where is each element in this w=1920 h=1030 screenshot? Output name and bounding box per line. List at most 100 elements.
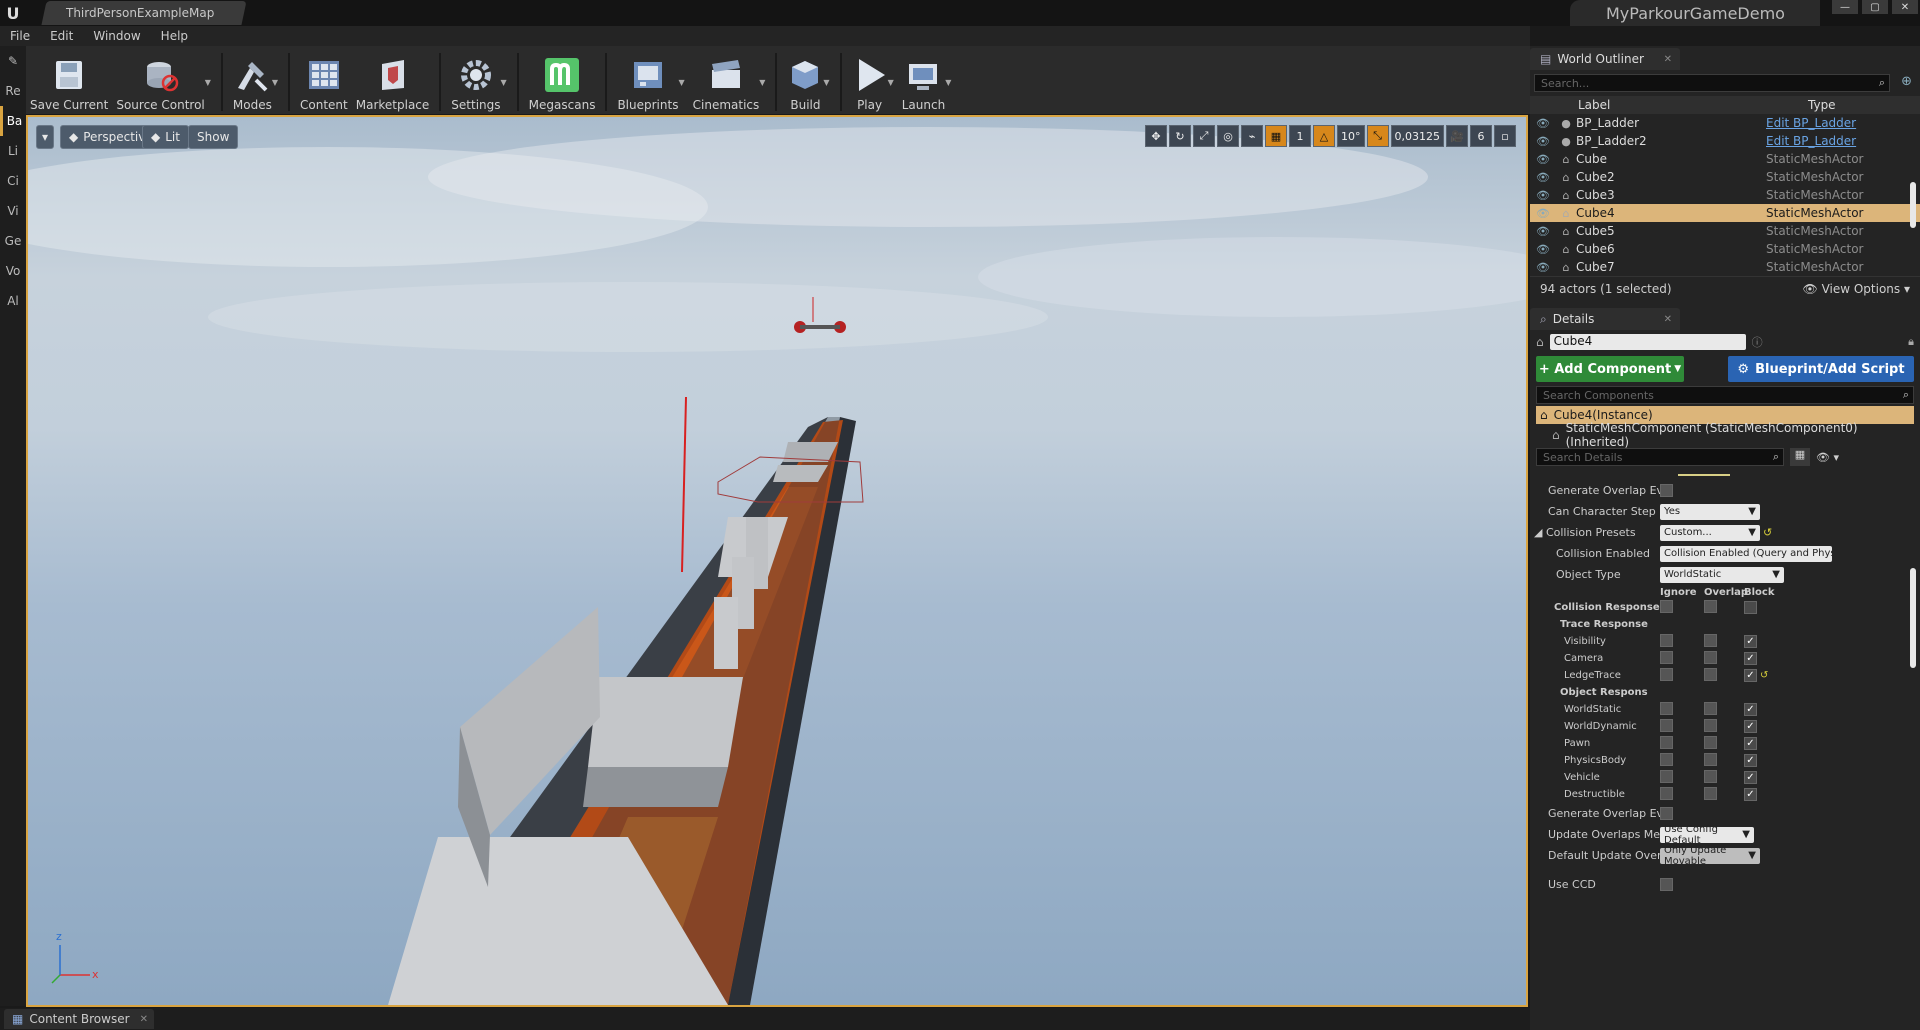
- block-checkbox[interactable]: ✓: [1744, 703, 1757, 716]
- mode-tab-visual[interactable]: Vi: [0, 196, 26, 226]
- collision-presets-dropdown[interactable]: Custom... ▼: [1660, 524, 1760, 541]
- property-matrix-icon[interactable]: ▦: [1790, 448, 1810, 466]
- mode-tab-lights[interactable]: Li: [0, 136, 26, 166]
- level-viewport[interactable]: ▾ ◆ Perspective ◆ Lit Show ✥ ↻ ⤢ ◎ ⌁ ▦ 1 △…: [26, 115, 1528, 1007]
- lock-icon[interactable]: 🔒︎: [1908, 335, 1914, 349]
- block-checkbox[interactable]: ✓: [1744, 788, 1757, 801]
- world-local-icon[interactable]: ◎: [1217, 125, 1239, 147]
- close-icon[interactable]: ✕: [140, 1014, 148, 1025]
- rotate-icon[interactable]: ↻: [1169, 125, 1191, 147]
- tab-details[interactable]: ⌕ Details ✕: [1530, 308, 1680, 330]
- help-icon[interactable]: ⓘ: [1752, 334, 1763, 350]
- can-step-up-dropdown[interactable]: Yes ▼: [1660, 503, 1760, 520]
- lit-button[interactable]: ◆ Lit: [142, 125, 189, 149]
- overlap-checkbox[interactable]: [1704, 667, 1717, 681]
- reset-arrow-icon[interactable]: ↺: [1763, 526, 1772, 539]
- translate-icon[interactable]: ✥: [1145, 125, 1167, 147]
- actor-name-field[interactable]: Cube4: [1549, 334, 1746, 350]
- visibility-eye-icon[interactable]: 👁: [1530, 189, 1556, 202]
- ignore-checkbox[interactable]: [1660, 599, 1673, 613]
- outliner-row[interactable]: 👁 ⌂ Cube7 StaticMeshActor: [1530, 258, 1920, 276]
- show-button[interactable]: Show: [188, 125, 239, 149]
- overlap-checkbox[interactable]: [1704, 633, 1717, 647]
- visibility-eye-icon[interactable]: 👁: [1530, 225, 1556, 238]
- tab-map[interactable]: ThirdPersonExampleMap: [41, 1, 247, 25]
- rotation-snap-value[interactable]: 10°: [1337, 125, 1365, 147]
- overlap-checkbox[interactable]: [1704, 769, 1717, 783]
- column-label-header[interactable]: Label: [1578, 98, 1808, 112]
- default-update-dropdown[interactable]: Only Update Movable ▼: [1660, 845, 1760, 867]
- ignore-checkbox[interactable]: [1660, 650, 1673, 664]
- scale-snap-icon[interactable]: ⤡: [1366, 125, 1389, 147]
- menu-help[interactable]: Help: [151, 29, 198, 43]
- visibility-eye-icon[interactable]: 👁: [1530, 261, 1556, 274]
- overlap-checkbox[interactable]: [1704, 650, 1717, 664]
- search-components-input[interactable]: Search Components ⌕: [1536, 386, 1914, 404]
- source-control-button[interactable]: Source Control: [112, 50, 208, 114]
- ignore-checkbox[interactable]: [1660, 752, 1673, 766]
- reset-arrow-icon[interactable]: ↺: [1760, 670, 1768, 681]
- ignore-checkbox[interactable]: [1660, 633, 1673, 647]
- minimize-button[interactable]: —: [1832, 0, 1858, 14]
- block-checkbox[interactable]: ✓: [1744, 720, 1757, 733]
- mode-tab-recent[interactable]: Re: [0, 76, 26, 106]
- viewport-options-button[interactable]: ▾: [36, 125, 54, 149]
- new-folder-icon[interactable]: ⊕: [1901, 74, 1912, 89]
- visibility-eye-icon[interactable]: 👁: [1530, 153, 1556, 166]
- use-ccd-checkbox[interactable]: [1660, 878, 1673, 891]
- outliner-row[interactable]: 👁 ● BP_Ladder Edit BP_Ladder: [1530, 114, 1920, 132]
- close-button[interactable]: ✕: [1892, 0, 1918, 14]
- mode-tab-geometry[interactable]: Ge: [0, 226, 26, 256]
- block-checkbox[interactable]: ✓: [1744, 771, 1757, 784]
- block-checkbox[interactable]: ✓: [1744, 754, 1757, 767]
- component-row[interactable]: ⌂ StaticMeshComponent (StaticMeshComponen…: [1530, 421, 1920, 449]
- blueprint-add-script-button[interactable]: ⚙ Blueprint/Add Script: [1728, 356, 1914, 382]
- close-icon[interactable]: ✕: [1664, 54, 1672, 65]
- visibility-eye-icon[interactable]: 👁: [1530, 243, 1556, 256]
- outliner-search-input[interactable]: Search... ⌕: [1534, 74, 1890, 92]
- marketplace-button[interactable]: Marketplace: [352, 50, 434, 114]
- outliner-row-type[interactable]: Edit BP_Ladder: [1766, 134, 1856, 148]
- menu-window[interactable]: Window: [83, 29, 150, 43]
- view-options-button[interactable]: 👁 View Options ▾: [1803, 282, 1911, 296]
- visibility-eye-icon[interactable]: 👁: [1530, 117, 1556, 130]
- block-checkbox[interactable]: ✓: [1744, 669, 1757, 682]
- ignore-checkbox[interactable]: [1660, 735, 1673, 749]
- ignore-checkbox[interactable]: [1660, 718, 1673, 732]
- rotation-snap-icon[interactable]: △: [1313, 125, 1335, 147]
- grid-snap-icon[interactable]: ▦: [1265, 125, 1287, 147]
- tab-content-browser[interactable]: ▦ Content Browser ✕: [4, 1009, 154, 1029]
- generate-overlap-checkbox-2[interactable]: [1660, 807, 1673, 820]
- mode-tab-volumes[interactable]: Vo: [0, 256, 26, 286]
- launch-button[interactable]: Launch: [898, 50, 949, 114]
- outliner-row[interactable]: 👁 ● BP_Ladder2 Edit BP_Ladder: [1530, 132, 1920, 150]
- overlap-checkbox[interactable]: [1704, 786, 1717, 800]
- build-button[interactable]: Build: [783, 50, 827, 114]
- column-type-header[interactable]: Type: [1808, 98, 1836, 112]
- cinematics-button[interactable]: Cinematics: [689, 50, 764, 114]
- surface-snap-icon[interactable]: ⌁: [1241, 125, 1263, 147]
- ignore-checkbox[interactable]: [1660, 667, 1673, 681]
- generate-overlap-checkbox[interactable]: [1660, 484, 1673, 497]
- maximize-viewport-icon[interactable]: ▫: [1494, 125, 1516, 147]
- save-current-button[interactable]: Save Current: [26, 50, 112, 114]
- block-checkbox[interactable]: ✓: [1744, 652, 1757, 665]
- visibility-eye-icon[interactable]: 👁: [1530, 171, 1556, 184]
- megascans-button[interactable]: Megascans: [525, 50, 600, 114]
- content-button[interactable]: Content: [296, 50, 352, 114]
- outliner-row[interactable]: 👁 ⌂ Cube2 StaticMeshActor: [1530, 168, 1920, 186]
- eye-icon[interactable]: 👁 ▾: [1816, 451, 1839, 464]
- ignore-checkbox[interactable]: [1660, 701, 1673, 715]
- mode-tab-all[interactable]: Al: [0, 286, 26, 316]
- modes-button[interactable]: Modes: [229, 50, 276, 114]
- outliner-row[interactable]: 👁 ⌂ Cube StaticMeshActor: [1530, 150, 1920, 168]
- menu-edit[interactable]: Edit: [40, 29, 83, 43]
- ignore-checkbox[interactable]: [1660, 769, 1673, 783]
- visibility-eye-icon[interactable]: 👁: [1530, 135, 1556, 148]
- block-checkbox[interactable]: ✓: [1744, 737, 1757, 750]
- mode-tab-basic[interactable]: Ba: [0, 106, 26, 136]
- ignore-checkbox[interactable]: [1660, 786, 1673, 800]
- outliner-row[interactable]: 👁 ⌂ Cube5 StaticMeshActor: [1530, 222, 1920, 240]
- tab-world-outliner[interactable]: ▤ World Outliner ✕: [1530, 48, 1680, 70]
- block-checkbox[interactable]: ✓: [1744, 635, 1757, 648]
